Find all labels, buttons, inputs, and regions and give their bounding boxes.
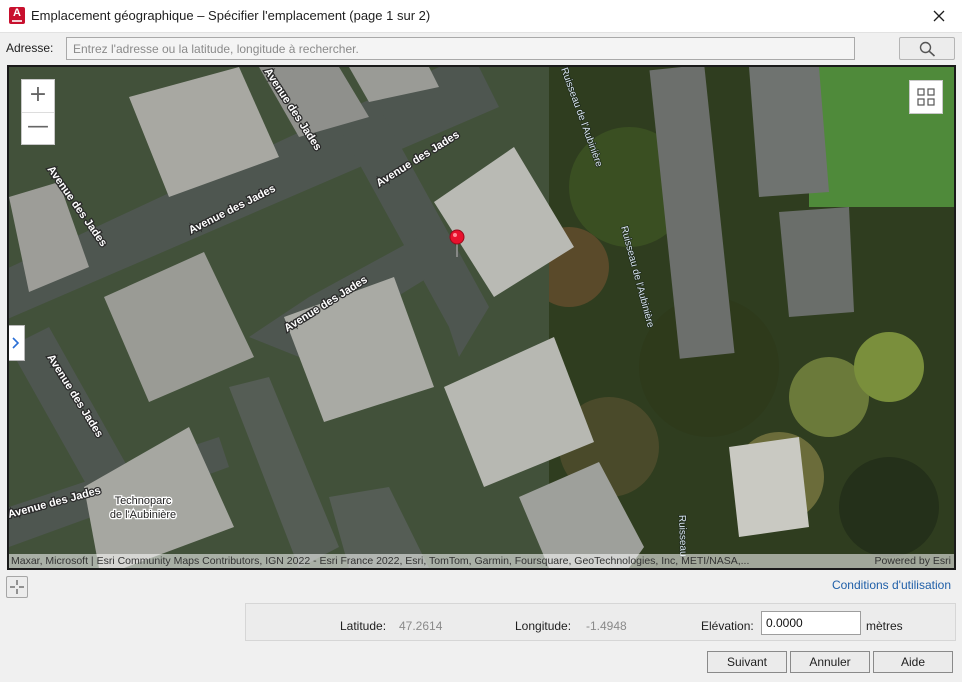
crosshair-icon <box>10 580 24 594</box>
zoom-out-button[interactable]: — <box>22 112 54 144</box>
autocad-app-icon: A <box>9 7 25 24</box>
cancel-button[interactable]: Annuler <box>790 651 870 673</box>
grid-icon <box>917 88 935 106</box>
place-label-line2: de l'Aubinière <box>110 509 176 521</box>
powered-by-text: Powered by Esri <box>874 555 951 567</box>
coordinates-panel: Latitude: 47.2614 Longitude: -1.4948 Elé… <box>245 603 956 641</box>
longitude-label: Longitude: <box>515 619 572 633</box>
map-view[interactable]: Avenue des Jades Avenue des Jades Avenue… <box>7 65 956 570</box>
side-panel-toggle[interactable] <box>9 325 25 361</box>
longitude-value: -1.4948 <box>586 619 627 633</box>
place-label-line1: Technoparc <box>115 495 172 507</box>
address-label: Adresse: <box>6 41 54 55</box>
terms-of-use-link[interactable]: Conditions d'utilisation <box>832 578 951 592</box>
window-title: Emplacement géographique – Spécifier l'e… <box>31 8 431 23</box>
elevation-unit: mètres <box>866 619 903 633</box>
chevron-right-icon <box>12 337 20 349</box>
search-icon <box>919 41 936 57</box>
close-icon <box>933 10 945 22</box>
basemap-toggle-button[interactable] <box>909 80 943 114</box>
zoom-in-button[interactable]: + <box>22 80 54 113</box>
latitude-label: Latitude: <box>340 619 387 633</box>
next-button[interactable]: Suivant <box>707 651 787 673</box>
satellite-map[interactable]: Avenue des Jades Avenue des Jades Avenue… <box>9 67 954 568</box>
elevation-label: Elévation: <box>701 619 754 633</box>
address-input[interactable] <box>66 37 855 60</box>
map-attribution: Maxar, Microsoft | Esri Community Maps C… <box>9 554 954 568</box>
locate-button[interactable] <box>6 576 28 598</box>
title-bar: A Emplacement géographique – Spécifier l… <box>0 0 962 33</box>
location-marker[interactable] <box>449 229 465 245</box>
help-button[interactable]: Aide <box>873 651 953 673</box>
search-button[interactable] <box>899 37 955 60</box>
stream-label: Ruisseau <box>676 515 688 557</box>
close-button[interactable] <box>916 0 962 32</box>
zoom-controls: + — <box>21 79 55 145</box>
latitude-value: 47.2614 <box>399 619 443 633</box>
attribution-text: Maxar, Microsoft | Esri Community Maps C… <box>11 555 750 567</box>
elevation-input[interactable] <box>761 611 861 635</box>
